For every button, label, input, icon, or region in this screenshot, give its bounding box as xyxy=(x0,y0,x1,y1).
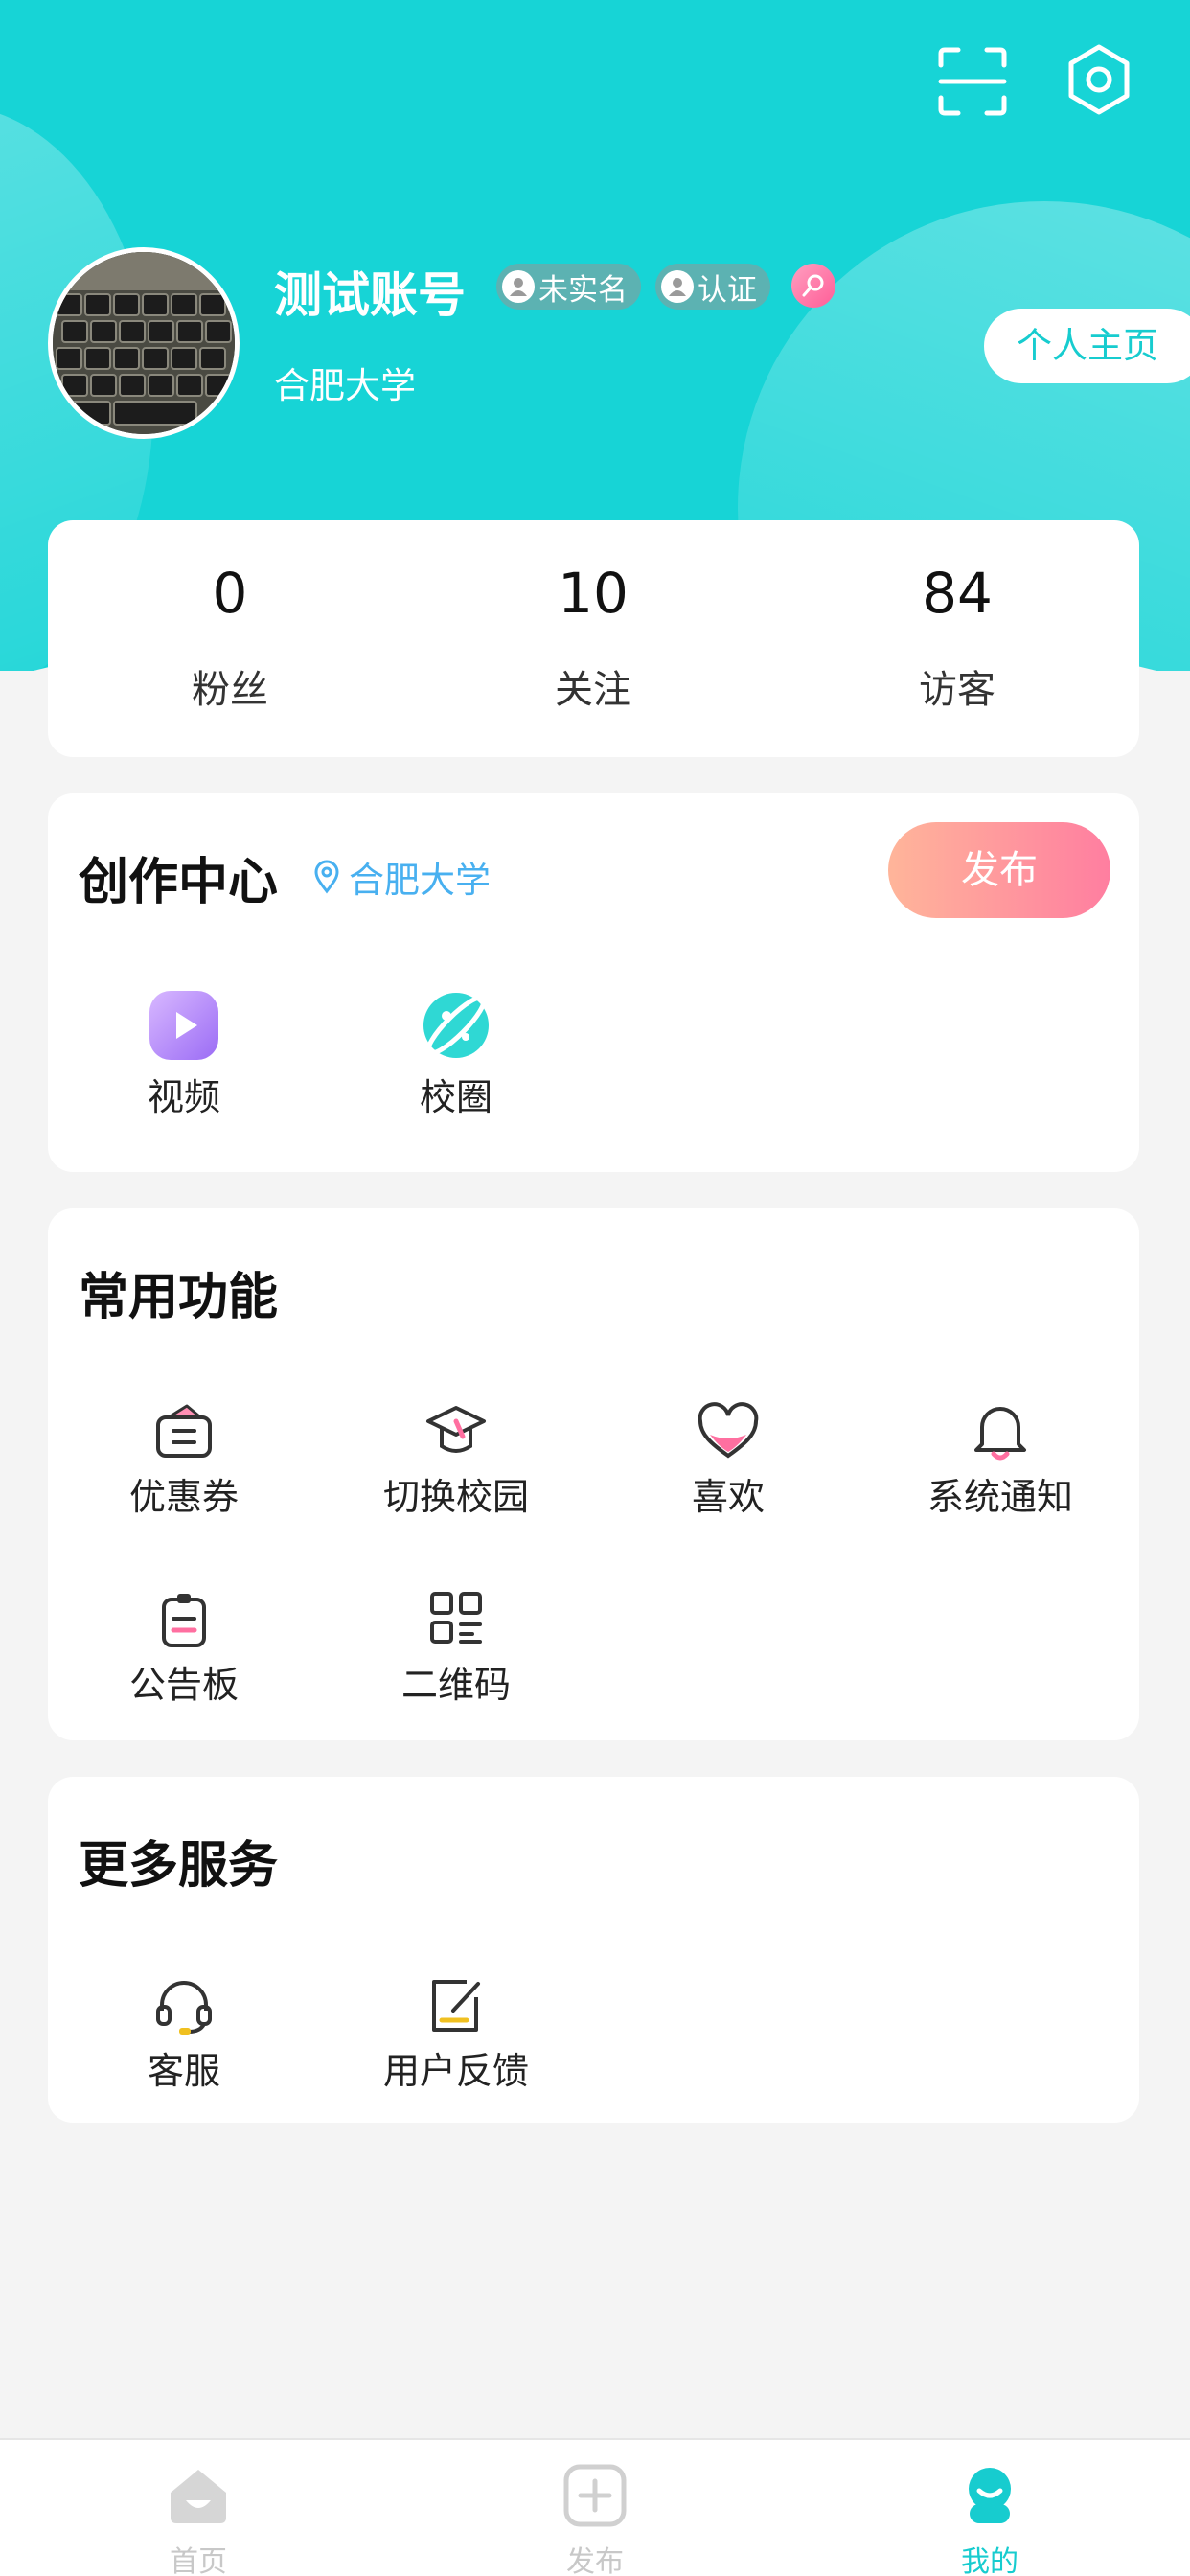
more-services-card: 更多服务 客服 用户反馈 xyxy=(48,1777,1139,2123)
bulletin-icon xyxy=(162,1594,206,1647)
function-item-switch-campus[interactable]: 切换校园 xyxy=(320,1381,592,1520)
service-item-customer-service[interactable]: 客服 xyxy=(48,1955,320,2094)
unverified-badge[interactable]: 未实名 xyxy=(496,264,641,310)
following-label: 关注 xyxy=(555,668,631,712)
plus-icon xyxy=(563,2464,627,2527)
stat-visitors[interactable]: 84 访客 xyxy=(842,555,1072,714)
stat-fans[interactable]: 0 粉丝 xyxy=(115,555,345,714)
settings-icon[interactable] xyxy=(1064,44,1134,115)
creation-item-campus-circle[interactable]: 校圈 xyxy=(320,981,592,1120)
function-item-qrcode[interactable]: 二维码 xyxy=(320,1569,592,1708)
scan-icon[interactable] xyxy=(937,46,1008,117)
function-item-like[interactable]: 喜欢 xyxy=(592,1381,864,1520)
common-functions-card: 常用功能 优惠券 切换校园 喜欢 系统通知 公告板 二维码 xyxy=(48,1208,1139,1740)
campus-circle-icon xyxy=(423,993,489,1058)
location-tag[interactable]: 合肥大学 xyxy=(312,851,491,903)
creation-item-video[interactable]: 视频 xyxy=(48,981,320,1120)
creation-item-label: 校圈 xyxy=(419,1076,492,1118)
stats-card: 0 粉丝 10 关注 84 访客 xyxy=(48,520,1139,757)
service-item-feedback[interactable]: 用户反馈 xyxy=(320,1955,592,2094)
tab-label: 首页 xyxy=(170,2545,227,2576)
function-item-label: 优惠券 xyxy=(128,1476,239,1518)
video-icon xyxy=(149,991,218,1060)
function-item-label: 切换校园 xyxy=(382,1476,529,1518)
username: 测试账号 xyxy=(274,267,466,323)
headset-icon xyxy=(156,1981,212,2035)
bottom-tab-bar: 首页 发布 我的 xyxy=(0,2438,1190,2576)
service-item-label: 客服 xyxy=(147,2050,220,2092)
function-item-label: 系统通知 xyxy=(927,1476,1073,1518)
qrcode-icon xyxy=(430,1592,482,1644)
home-icon xyxy=(171,2470,226,2523)
user-icon xyxy=(661,270,694,303)
tab-label: 发布 xyxy=(566,2545,624,2576)
service-item-label: 用户反馈 xyxy=(382,2050,529,2092)
function-item-coupon[interactable]: 优惠券 xyxy=(48,1381,320,1520)
tab-label: 我的 xyxy=(961,2545,1018,2576)
avatar[interactable] xyxy=(48,247,240,439)
creation-center-title: 创作中心 xyxy=(79,854,279,911)
function-item-system-notice[interactable]: 系统通知 xyxy=(864,1381,1136,1520)
common-functions-title: 常用功能 xyxy=(79,1269,279,1326)
feedback-icon xyxy=(432,1980,480,2032)
visitors-count: 84 xyxy=(922,561,993,626)
fans-label: 粉丝 xyxy=(192,668,268,712)
function-item-label: 喜欢 xyxy=(691,1476,765,1518)
bell-icon xyxy=(974,1407,1026,1460)
function-item-label: 公告板 xyxy=(128,1664,239,1706)
stat-following[interactable]: 10 关注 xyxy=(478,555,708,714)
profile-icon xyxy=(969,2468,1011,2523)
tab-mine[interactable]: 我的 xyxy=(904,2459,1076,2576)
heart-icon xyxy=(698,1402,759,1459)
fans-count: 0 xyxy=(212,561,248,626)
switch-campus-icon xyxy=(426,1406,486,1453)
creation-item-label: 视频 xyxy=(147,1076,220,1118)
unverified-badge-label: 未实名 xyxy=(538,272,628,308)
user-school: 合肥大学 xyxy=(274,365,416,406)
tab-publish[interactable]: 发布 xyxy=(509,2459,681,2576)
personal-homepage-button[interactable]: 个人主页 xyxy=(984,309,1190,383)
function-item-label: 二维码 xyxy=(400,1664,511,1706)
certified-badge-label: 认证 xyxy=(698,272,757,308)
certified-badge[interactable]: 认证 xyxy=(655,264,770,310)
location-label: 合肥大学 xyxy=(349,860,491,901)
more-services-title: 更多服务 xyxy=(79,1837,279,1895)
coupon-icon xyxy=(156,1404,212,1458)
vip-badge-icon[interactable] xyxy=(791,264,835,308)
following-count: 10 xyxy=(558,561,629,626)
visitors-label: 访客 xyxy=(919,668,995,712)
function-item-bulletin[interactable]: 公告板 xyxy=(48,1569,320,1708)
avatar-keyboard-image xyxy=(53,252,235,434)
creation-center-card: 创作中心 合肥大学 发布 视频 校圈 xyxy=(48,794,1139,1172)
publish-button[interactable]: 发布 xyxy=(888,822,1110,918)
user-icon xyxy=(502,270,535,303)
tab-home[interactable]: 首页 xyxy=(112,2459,285,2576)
location-pin-icon xyxy=(314,860,339,894)
